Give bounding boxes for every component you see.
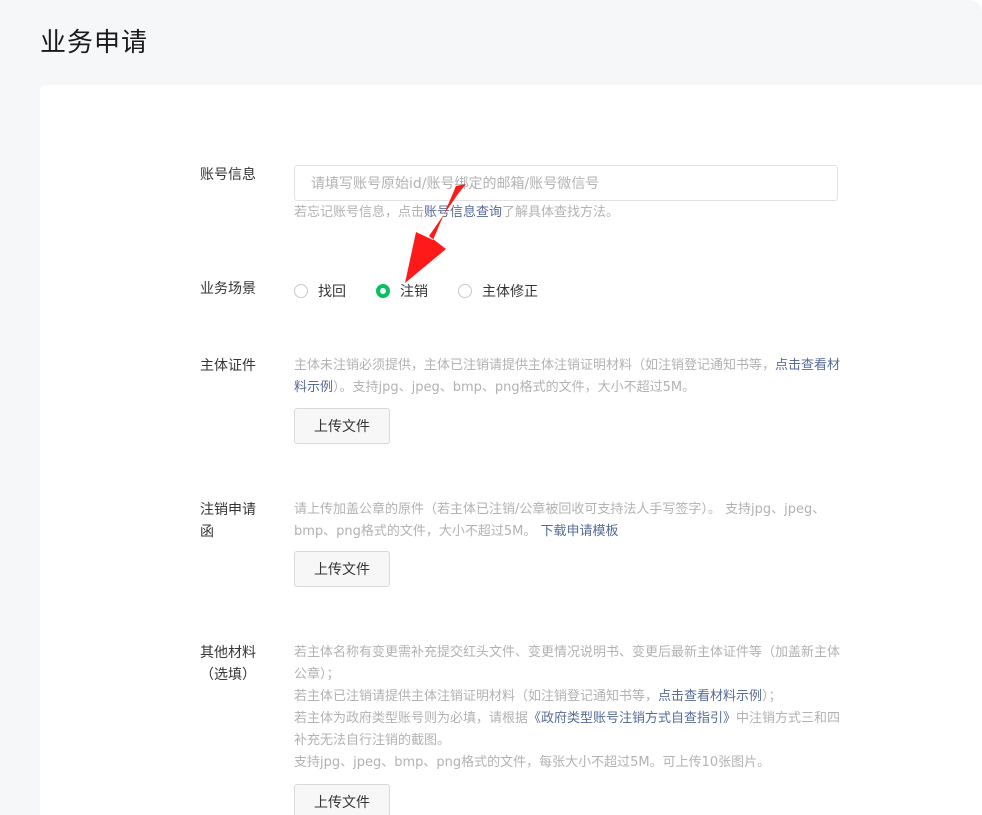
radio-entity-correction[interactable]: 主体修正: [458, 281, 538, 301]
other-label: 其他材料（选填）: [200, 645, 256, 683]
page-shell: 业务申请 账号信息 请填写账号原始id/账号绑定的邮箱/账号微信号 若忘记账号信…: [0, 0, 982, 815]
other-hint-line1: 若主体名称有变更需补充提交红头文件、变更情况说明书、变更后最新主体证件等（加盖新…: [294, 645, 841, 682]
other-hint-line2-text: 若主体已注销请提供主体注销证明材料（如注销登记通知书等，: [294, 689, 659, 704]
account-input-placeholder: 请填写账号原始id/账号绑定的邮箱/账号微信号: [311, 176, 600, 192]
radio-recover-circle[interactable]: [294, 284, 308, 298]
certificate-hint: 主体未注销必须提供，主体已注销请提供主体注销证明材料（如注销登记通知书等，点击查…: [294, 355, 842, 399]
account-hint: 若忘记账号信息，点击账号信息查询了解具体查找方法。: [294, 202, 619, 224]
letter-upload-button[interactable]: 上传文件: [294, 551, 390, 587]
radio-recover[interactable]: 找回: [294, 281, 346, 301]
account-hint-text: 若忘记账号信息，点击: [294, 205, 425, 220]
radio-cancel-label[interactable]: 注销: [400, 281, 428, 301]
account-lookup-link[interactable]: 账号信息查询: [424, 205, 502, 220]
other-hint-line3: 若主体为政府类型账号则为必填，请根据《政府类型账号注销方式自查指引》中注销方式三…: [294, 708, 842, 752]
certificate-hint-suffix: ）。支持jpg、jpeg、bmp、png格式的文件，大小不超过5M。: [333, 380, 696, 395]
other-example-link[interactable]: 点击查看材料示例: [658, 689, 762, 704]
scenario-radio-group: 找回 注销 主体修正: [294, 281, 568, 301]
other-upload-button[interactable]: 上传文件: [294, 784, 390, 815]
other-hint-line2-suffix: ）；: [762, 689, 782, 704]
scenario-label: 业务场景: [200, 281, 256, 297]
account-label: 账号信息: [200, 167, 256, 183]
radio-entity-correction-circle[interactable]: [458, 284, 472, 298]
radio-cancel[interactable]: 注销: [376, 281, 428, 301]
letter-hint: 请上传加盖公章的原件（若主体已注销/公章被回收可支持法人手写签字）。 支持jpg…: [294, 499, 842, 543]
other-hint: 若主体名称有变更需补充提交红头文件、变更情况说明书、变更后最新主体证件等（加盖新…: [294, 642, 842, 774]
form-card: 账号信息 请填写账号原始id/账号绑定的邮箱/账号微信号 若忘记账号信息，点击账…: [40, 85, 982, 815]
certificate-hint-text: 主体未注销必须提供，主体已注销请提供主体注销证明材料（如注销登记通知书等，: [294, 358, 776, 373]
account-hint-suffix: 了解具体查找方法。: [502, 205, 620, 220]
radio-cancel-circle[interactable]: [376, 284, 390, 298]
certificate-label: 主体证件: [200, 358, 256, 374]
account-input[interactable]: 请填写账号原始id/账号绑定的邮箱/账号微信号: [294, 165, 838, 201]
radio-recover-label[interactable]: 找回: [318, 281, 346, 301]
page-title: 业务申请: [40, 28, 149, 58]
letter-label: 注销申请函: [200, 502, 256, 540]
radio-entity-correction-label[interactable]: 主体修正: [482, 281, 538, 301]
gov-guide-link[interactable]: 《政府类型账号注销方式自查指引》: [528, 711, 736, 726]
other-hint-line4: 支持jpg、jpeg、bmp、png格式的文件，每张大小不超过5M。可上传10张…: [294, 755, 771, 770]
other-hint-line3-text: 若主体为政府类型账号则为必填，请根据: [294, 711, 529, 726]
download-template-link[interactable]: 下载申请模板: [541, 524, 619, 539]
other-hint-line2: 若主体已注销请提供主体注销证明材料（如注销登记通知书等，点击查看材料示例）；: [294, 686, 842, 708]
certificate-upload-button[interactable]: 上传文件: [294, 408, 390, 444]
